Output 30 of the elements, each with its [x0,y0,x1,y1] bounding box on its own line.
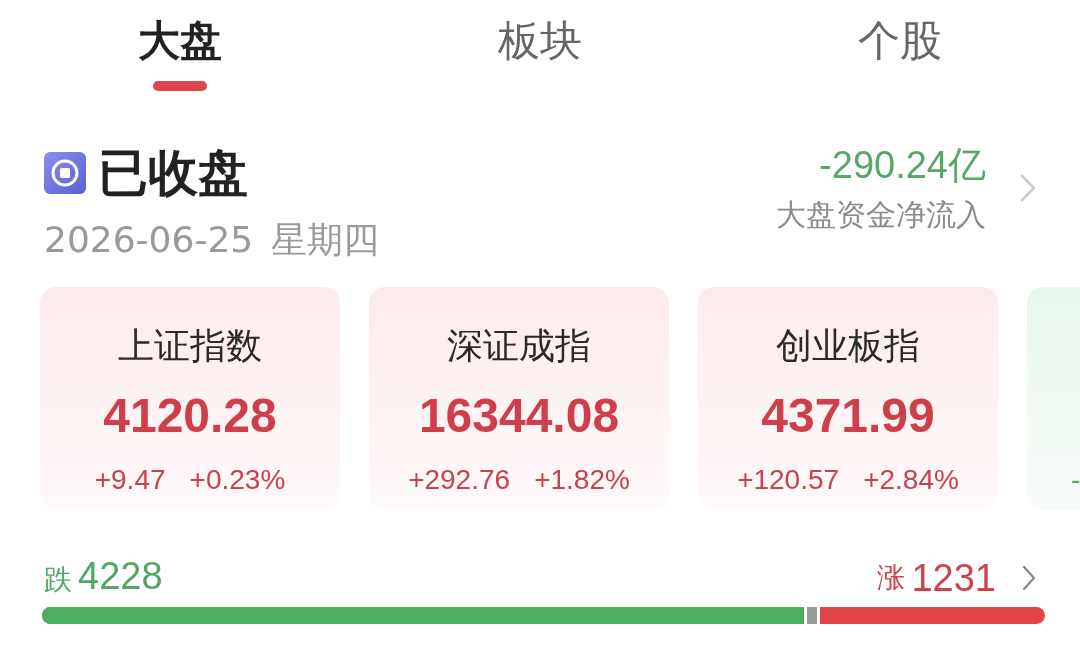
index-name: 创业板指 [776,325,920,367]
net-inflow-value: -290.24亿 [819,143,986,187]
rise-label: 涨 [877,561,906,595]
tab[interactable]: 个股 [858,16,942,66]
index-card[interactable]: 深证成指 16344.08 +292.76 +1.82% [369,287,669,510]
index-value: 4120.28 [103,388,277,444]
index-change: +9.47 [94,463,166,497]
index-card[interactable]: 上证指数 4120.28 +9.47 +0.23% [40,287,340,510]
index-value: 16344.08 [418,388,620,444]
index-change: +120.57 [737,463,840,497]
index-name: 深证成指 [447,325,591,367]
index-percent: +1.82% [534,463,630,497]
index-change: - [1071,463,1080,497]
index-percent: +0.23% [189,463,286,497]
net-inflow-label: 大盘资金净流入 [776,197,986,233]
chevron-right-icon[interactable] [1022,565,1036,591]
weekday-text: 星期四 [271,220,380,260]
index-name: 上证指数 [118,325,262,367]
fall-count: 4228 [78,554,163,599]
tab[interactable]: 板块 [498,16,582,66]
index-percent: +2.84% [863,463,959,497]
tab[interactable]: 大盘 [138,16,222,91]
selected-underline [153,81,207,91]
status-title: 已收盘 [98,146,248,200]
index-card[interactable]: 创业板指 4371.99 +120.57 +2.84% [698,287,998,510]
date-text: 2026-06-25 [44,220,254,260]
index-change: +292.76 [408,463,511,497]
fall-label: 跌 [44,563,72,597]
rise-count: 1231 [911,556,996,601]
index-value: 4371.99 [761,388,935,444]
